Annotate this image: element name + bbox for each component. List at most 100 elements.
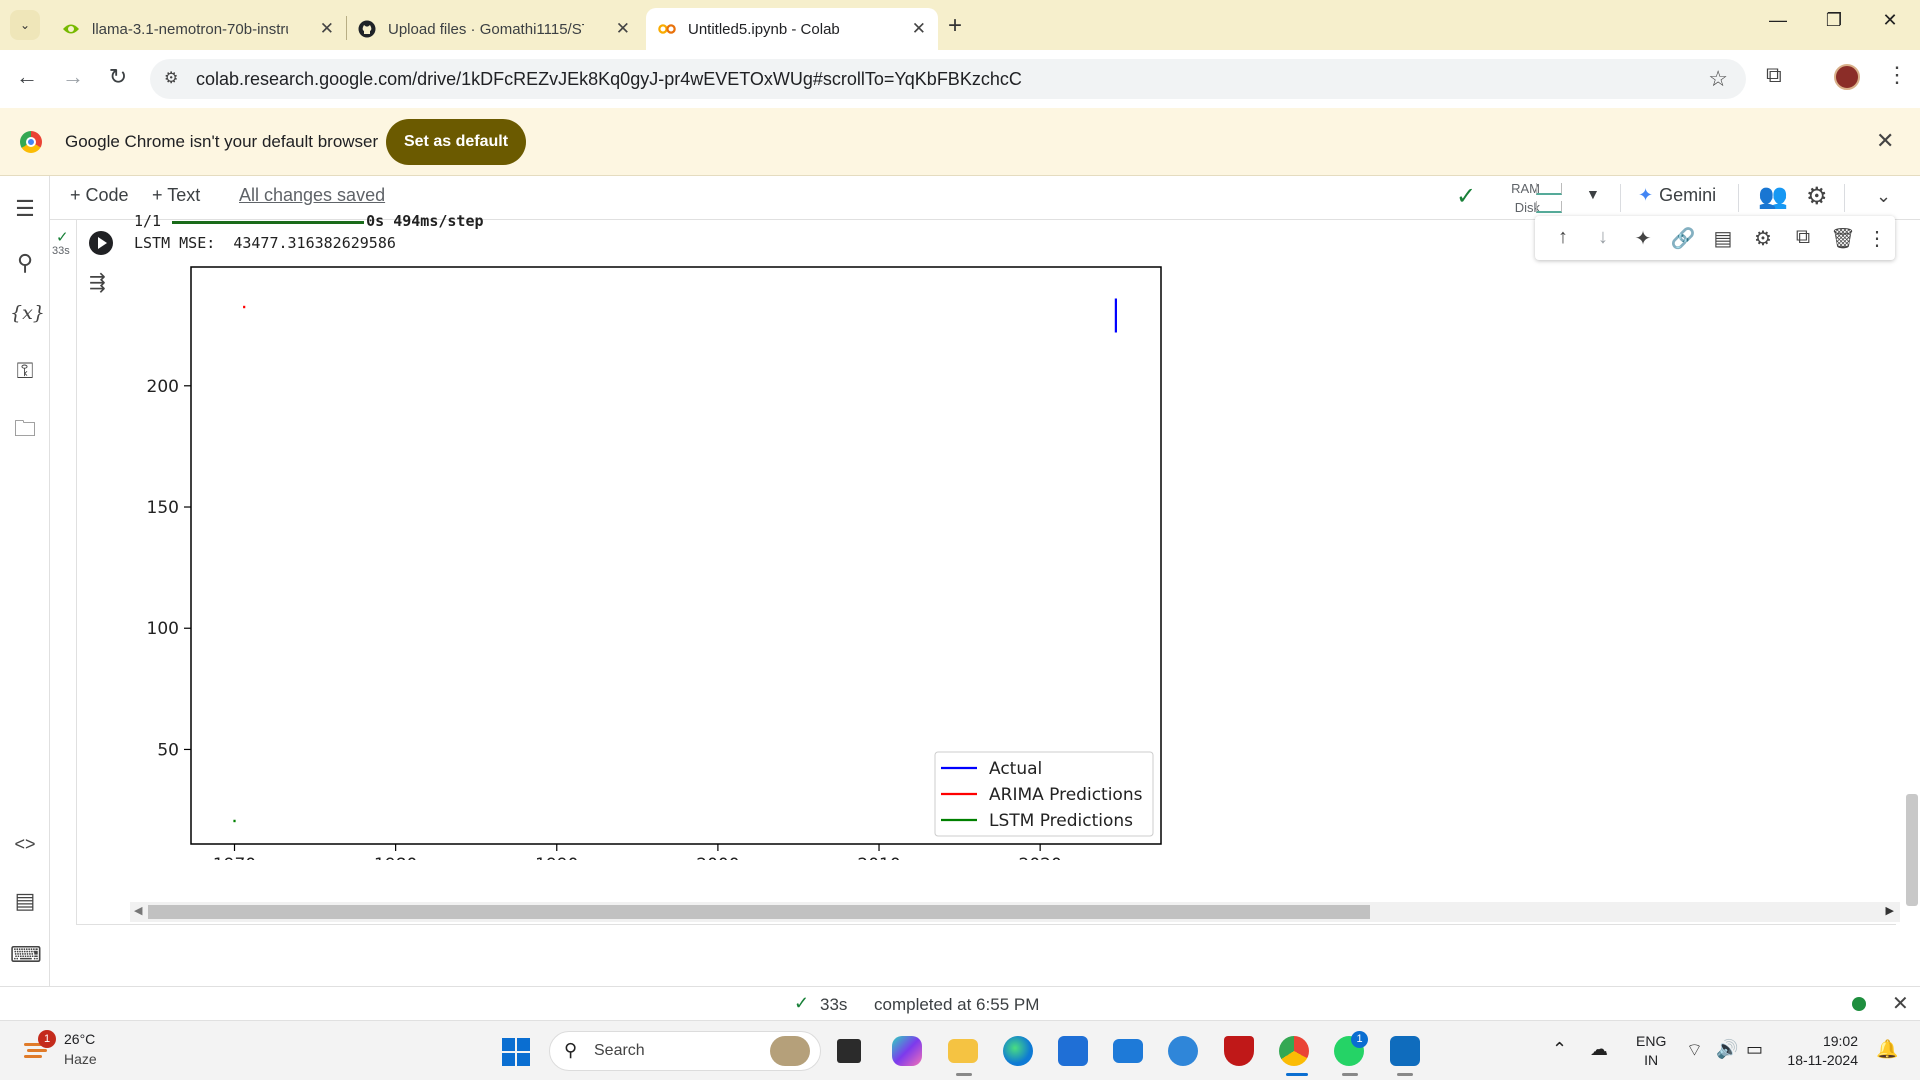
reload-icon[interactable]: ↻ xyxy=(103,64,133,90)
weather-temperature[interactable]: 26°C xyxy=(64,1031,95,1047)
tab-github[interactable]: Upload files · Gomathi1115/STA ✕ xyxy=(346,8,642,50)
move-up-icon[interactable]: ↑ xyxy=(1547,226,1579,249)
table-of-contents-icon[interactable]: ☰ xyxy=(10,196,40,222)
weather-description[interactable]: Haze xyxy=(64,1051,97,1067)
comment-icon[interactable]: ▤ xyxy=(1707,226,1739,251)
default-browser-infobar: Google Chrome isn't your default browser… xyxy=(0,108,1920,176)
command-palette-icon[interactable]: ▤ xyxy=(10,888,40,914)
epoch-progress-bar xyxy=(172,221,364,224)
x-tick-label: 2000 xyxy=(696,855,739,860)
new-tab-button[interactable]: + xyxy=(948,12,962,40)
profile-avatar[interactable] xyxy=(1834,64,1860,90)
y-tick-label: 50 xyxy=(157,740,179,760)
settings-gear-icon[interactable]: ⚙ xyxy=(1806,182,1828,211)
infobar-close-icon[interactable]: ✕ xyxy=(1876,128,1894,154)
system-clock[interactable]: 19:02 18-11-2024 xyxy=(1784,1032,1858,1070)
save-status-link[interactable]: All changes saved xyxy=(239,185,385,206)
x-tick-label: 2010 xyxy=(857,855,900,860)
close-tab-icon[interactable]: ✕ xyxy=(320,19,334,39)
back-arrow-icon[interactable]: ← xyxy=(12,64,42,90)
notifications-bell-icon[interactable]: 🔔 xyxy=(1876,1039,1898,1060)
add-code-button[interactable]: + Code xyxy=(70,185,129,206)
output-actions-icon[interactable]: ⇶ xyxy=(89,270,106,295)
gemini-sparkle-icon[interactable]: ✦ xyxy=(1627,226,1659,251)
cell-exec-time: 33s xyxy=(52,245,70,257)
notebook-vertical-scrollbar[interactable] xyxy=(1906,794,1918,906)
clock-time: 19:02 xyxy=(1822,1033,1858,1049)
more-options-icon[interactable]: ⋮ xyxy=(1861,226,1893,251)
file-explorer-icon[interactable] xyxy=(948,1039,978,1063)
cell-action-toolbar: ↑ ↓ ✦ 🔗 ▤ ⚙ ⧉ 🗑 ⋮ xyxy=(1535,216,1895,260)
scroll-right-arrow-icon[interactable]: ▶ xyxy=(1886,904,1894,917)
status-close-icon[interactable]: ✕ xyxy=(1892,991,1909,1016)
hp-support-icon[interactable] xyxy=(1168,1036,1198,1066)
onedrive-icon[interactable]: ☁ xyxy=(1590,1039,1608,1060)
code-snippets-icon[interactable]: <> xyxy=(10,834,40,855)
run-cell-button[interactable] xyxy=(89,231,113,255)
output-step-time: 0s 494ms/step xyxy=(366,212,484,230)
tab-llama[interactable]: llama-3.1-nemotron-70b-instru ✕ xyxy=(50,8,346,50)
close-tab-icon[interactable]: ✕ xyxy=(616,19,630,39)
gemini-button[interactable]: ✦ Gemini xyxy=(1638,185,1716,206)
cell-settings-icon[interactable]: ⚙ xyxy=(1747,226,1779,251)
secrets-key-icon[interactable]: ⚿ xyxy=(10,358,40,384)
address-bar[interactable]: ⚙ colab.research.google.com/drive/1kDFcR… xyxy=(150,59,1746,99)
variables-icon[interactable]: {x} xyxy=(10,302,45,324)
site-info-icon[interactable]: ⚙ xyxy=(164,68,178,88)
x-tick-label: 1970 xyxy=(213,855,256,860)
scrollbar-thumb[interactable] xyxy=(148,905,1370,919)
cell-success-check-icon: ✓ xyxy=(56,229,69,246)
close-window-icon[interactable]: ✕ xyxy=(1870,10,1910,31)
store-icon[interactable] xyxy=(1058,1036,1088,1066)
files-folder-icon[interactable]: 🗀 xyxy=(10,412,40,450)
output-horizontal-scrollbar[interactable]: ◀ ▶ xyxy=(130,902,1900,922)
minimize-icon[interactable]: — xyxy=(1758,10,1798,31)
terminal-icon[interactable]: ⌨ xyxy=(10,942,42,968)
chrome-menu-icon[interactable]: ⋮ xyxy=(1886,62,1908,88)
myhp-icon[interactable] xyxy=(1113,1039,1143,1063)
set-as-default-button[interactable]: Set as default xyxy=(386,119,526,165)
status-duration: 33s xyxy=(820,995,848,1014)
taskbar-search-box[interactable]: ⚲ Search xyxy=(549,1031,821,1071)
forward-arrow-icon[interactable]: → xyxy=(58,64,88,90)
edge-icon[interactable] xyxy=(1003,1036,1033,1066)
status-check-icon: ✓ xyxy=(794,993,810,1013)
url-text[interactable]: colab.research.google.com/drive/1kDFcREZ… xyxy=(196,69,1022,90)
windows-start-icon[interactable] xyxy=(502,1038,530,1066)
wifi-icon[interactable]: ⌔ xyxy=(1686,1039,1703,1062)
y-tick-label: 100 xyxy=(147,619,179,639)
extensions-icon[interactable]: ⧉ xyxy=(1766,62,1782,88)
share-people-icon[interactable]: 👥 xyxy=(1758,182,1788,211)
resource-usage-bars[interactable] xyxy=(1536,183,1562,213)
runtime-dropdown-icon[interactable]: ▼ xyxy=(1586,186,1600,202)
mirror-cell-icon[interactable]: ⧉ xyxy=(1787,226,1819,249)
link-icon[interactable]: 🔗 xyxy=(1667,226,1699,251)
volume-icon[interactable]: 🔊 xyxy=(1716,1039,1738,1060)
forecast-chart: 1970 1980 1990 2000 2010 2020 50 100 150 200 Actua… xyxy=(147,266,1162,860)
battery-icon[interactable]: ▭ xyxy=(1746,1039,1763,1060)
scroll-left-arrow-icon[interactable]: ◀ xyxy=(134,904,142,917)
tab-search-button[interactable]: ⌄ xyxy=(10,10,40,40)
copilot-icon[interactable] xyxy=(892,1036,922,1066)
resource-labels[interactable]: RAM Disk xyxy=(1498,179,1540,217)
x-tick-label: 1990 xyxy=(535,855,578,860)
mcafee-icon[interactable] xyxy=(1224,1036,1254,1066)
collapse-chevron-icon[interactable]: ⌄ xyxy=(1876,186,1891,207)
close-tab-icon[interactable]: ✕ xyxy=(912,19,926,39)
media-player-icon[interactable] xyxy=(1390,1036,1420,1066)
restore-icon[interactable]: ❐ xyxy=(1814,10,1854,31)
move-down-icon[interactable]: ↓ xyxy=(1587,226,1619,249)
input-language[interactable]: ENG IN xyxy=(1636,1032,1666,1070)
github-icon xyxy=(358,20,376,38)
tab-colab[interactable]: Untitled5.ipynb - Colab ✕ xyxy=(646,8,938,50)
gemini-spark-icon: ✦ xyxy=(1638,185,1654,205)
delete-trash-icon[interactable]: 🗑 xyxy=(1827,226,1859,251)
toolbar-divider xyxy=(1620,184,1621,212)
add-text-button[interactable]: + Text xyxy=(152,185,200,206)
show-hidden-icons-chevron[interactable]: ⌃ xyxy=(1552,1039,1567,1060)
bookmark-star-icon[interactable]: ☆ xyxy=(1708,66,1728,92)
chrome-taskbar-icon[interactable] xyxy=(1279,1036,1309,1066)
connected-check-icon: ✓ xyxy=(1456,183,1477,210)
task-view-icon[interactable] xyxy=(837,1039,861,1063)
search-icon[interactable]: ⚲ xyxy=(10,250,40,276)
